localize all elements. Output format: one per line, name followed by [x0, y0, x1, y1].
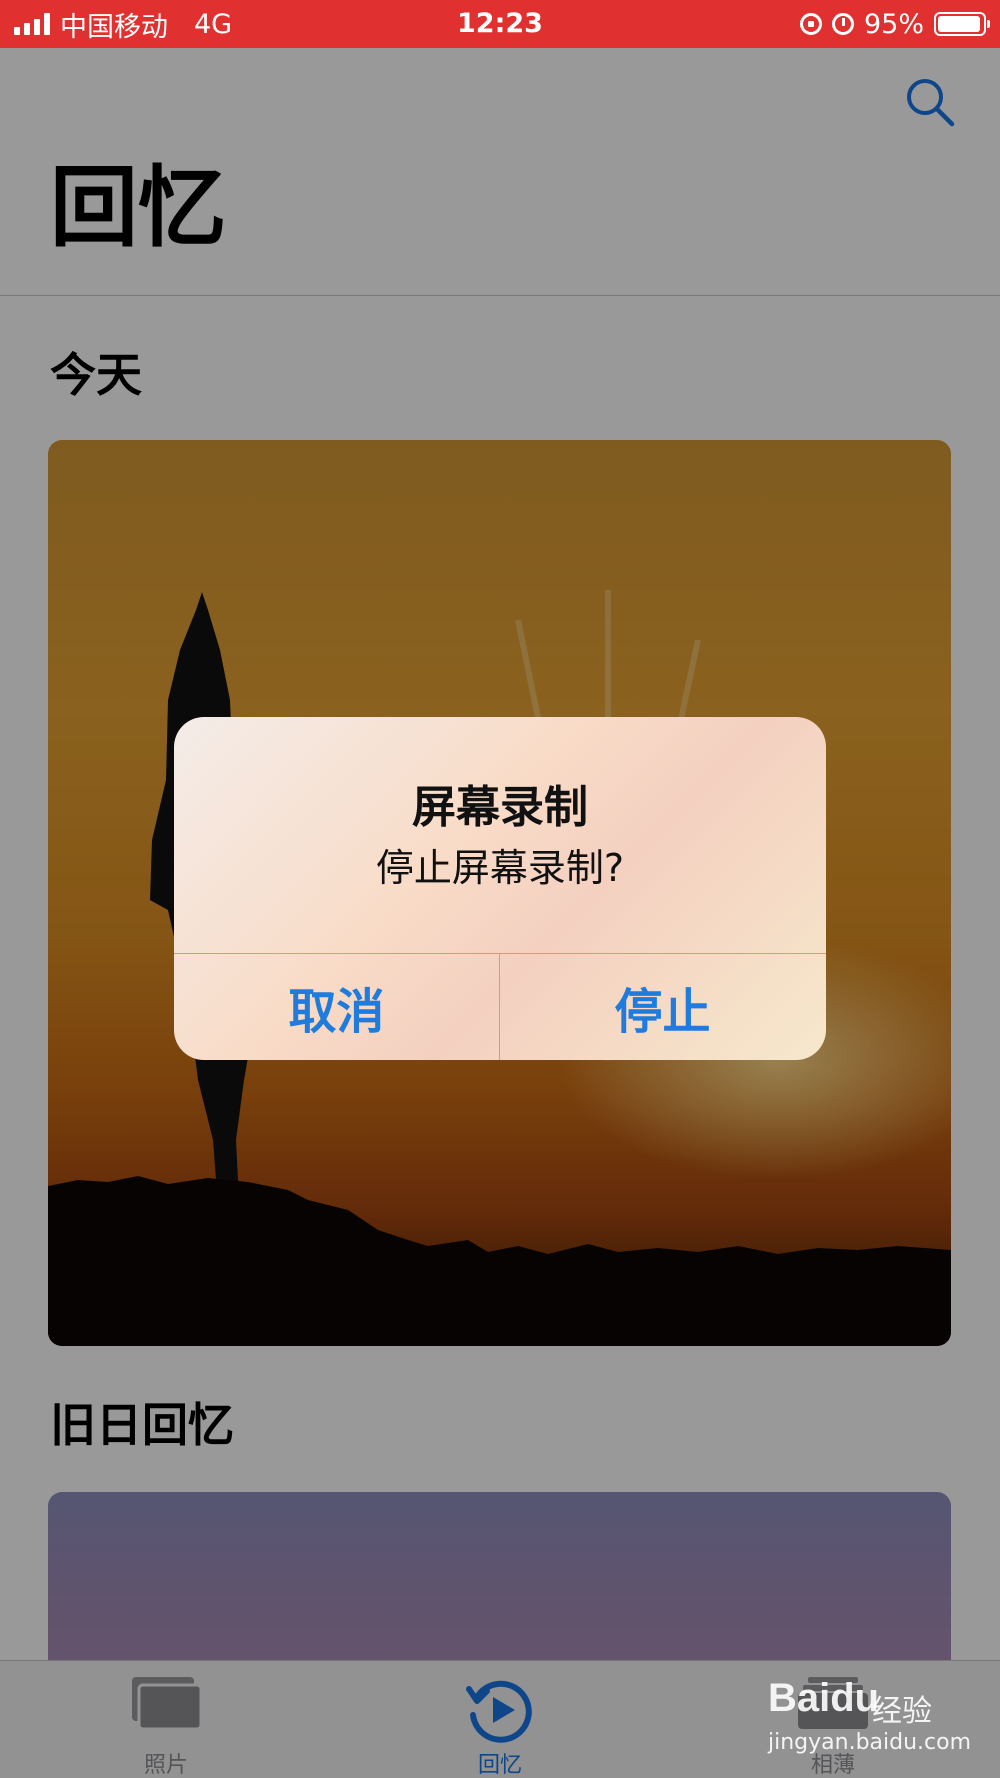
cancel-button[interactable]: 取消 [174, 954, 499, 1060]
battery-fill [938, 16, 980, 32]
alert-title: 屏幕录制 [412, 782, 588, 833]
alarm-icon [831, 13, 854, 35]
battery-icon [934, 12, 990, 36]
battery-percent: 95% [863, 8, 924, 40]
status-bar: 中国移动 4G 12:23 95% [0, 0, 1000, 48]
baidu-jingyan-watermark: Baidu 经验 jingyan.baidu.com [764, 1668, 1000, 1768]
watermark-text: 经验 [872, 1694, 932, 1729]
screen-recording-alert: 屏幕录制 停止屏幕录制? 取消 停止 [174, 717, 826, 1060]
watermark-url: jingyan.baidu.com [768, 1730, 972, 1755]
stop-button[interactable]: 停止 [500, 954, 825, 1060]
rotation-lock-icon [799, 13, 822, 35]
photos-app: 中国移动 4G 12:23 95% 回忆 今天 旧日回忆 照片 回忆 相薄 屏幕… [0, 0, 1000, 1778]
alert-message: 停止屏幕录制? [375, 846, 625, 890]
status-right: 95% [799, 8, 990, 40]
watermark-logo: Baidu [768, 1676, 880, 1720]
